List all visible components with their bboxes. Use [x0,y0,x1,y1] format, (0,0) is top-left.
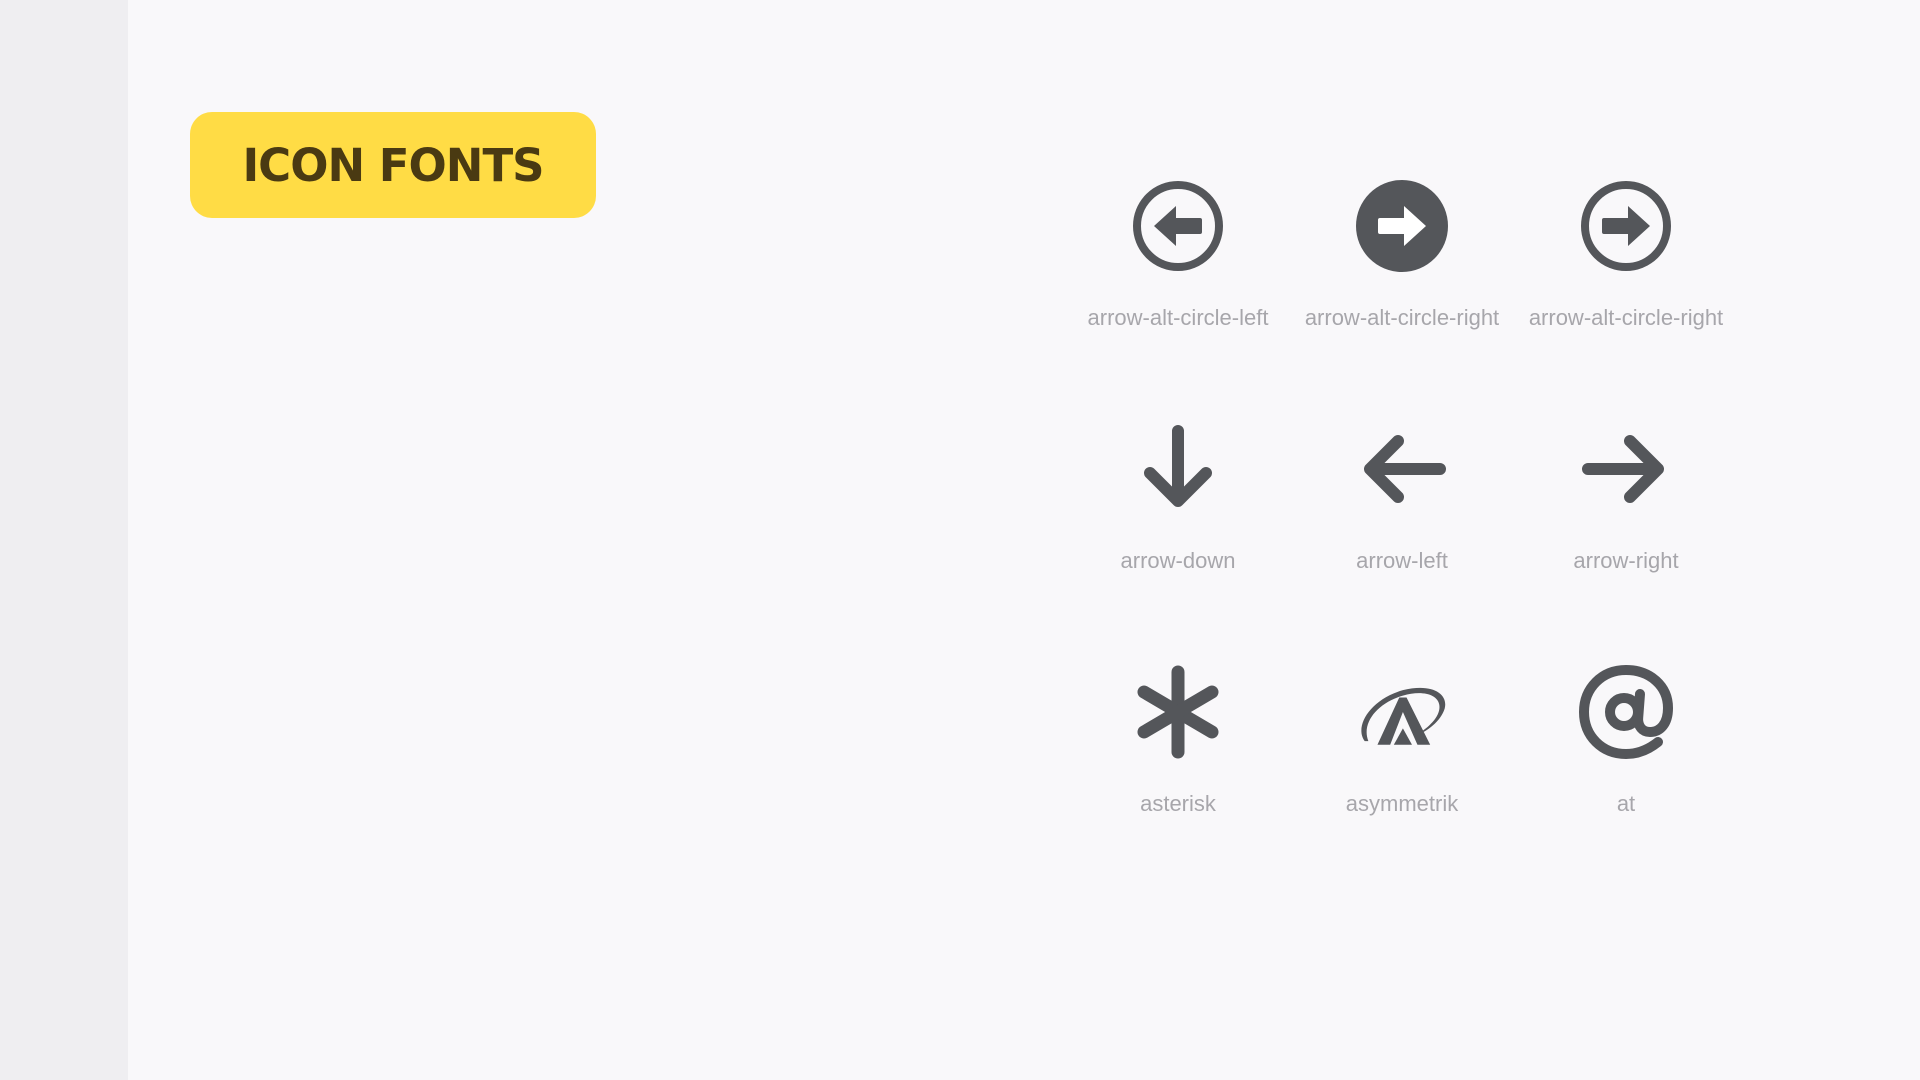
side-strip [0,0,128,1080]
arrow-down-icon [1128,419,1228,519]
icon-card[interactable]: at [1514,658,1738,901]
page: ICON FONTS arrow-alt-circle-left arrow-a… [0,0,1920,1080]
icon-card[interactable]: asterisk [1066,658,1290,901]
icon-card[interactable]: arrow-alt-circle-right [1290,172,1514,415]
icon-label: at [1616,791,1636,816]
asymmetrik-icon [1352,662,1452,762]
icon-card[interactable]: arrow-alt-circle-left [1066,172,1290,415]
icon-grid: arrow-alt-circle-left arrow-alt-circle-r… [1066,172,1760,901]
icon-card[interactable]: arrow-right [1514,415,1738,658]
icon-label: arrow-alt-circle-left [1087,305,1269,330]
icon-card[interactable]: asymmetrik [1290,658,1514,901]
icon-label: arrow-right [1573,548,1679,573]
icon-card[interactable]: arrow-left [1290,415,1514,658]
arrow-right-icon [1576,419,1676,519]
arrow-alt-circle-left-icon [1128,176,1228,276]
icon-label: arrow-down [1120,548,1236,573]
page-title: ICON FONTS [242,138,544,192]
arrow-alt-circle-right-solid-icon [1352,176,1452,276]
icon-label: asterisk [1140,791,1216,816]
icon-card[interactable]: arrow-alt-circle-right [1514,172,1738,415]
arrow-alt-circle-right-outline-icon [1576,176,1676,276]
arrow-left-icon [1352,419,1452,519]
icon-card[interactable]: arrow-down [1066,415,1290,658]
icon-label: asymmetrik [1345,791,1459,816]
asterisk-icon [1128,662,1228,762]
icon-label: arrow-left [1356,548,1448,573]
icon-label: arrow-alt-circle-right [1304,305,1500,330]
icon-label: arrow-alt-circle-right [1528,305,1724,330]
at-icon [1576,662,1676,762]
title-badge: ICON FONTS [190,112,596,218]
